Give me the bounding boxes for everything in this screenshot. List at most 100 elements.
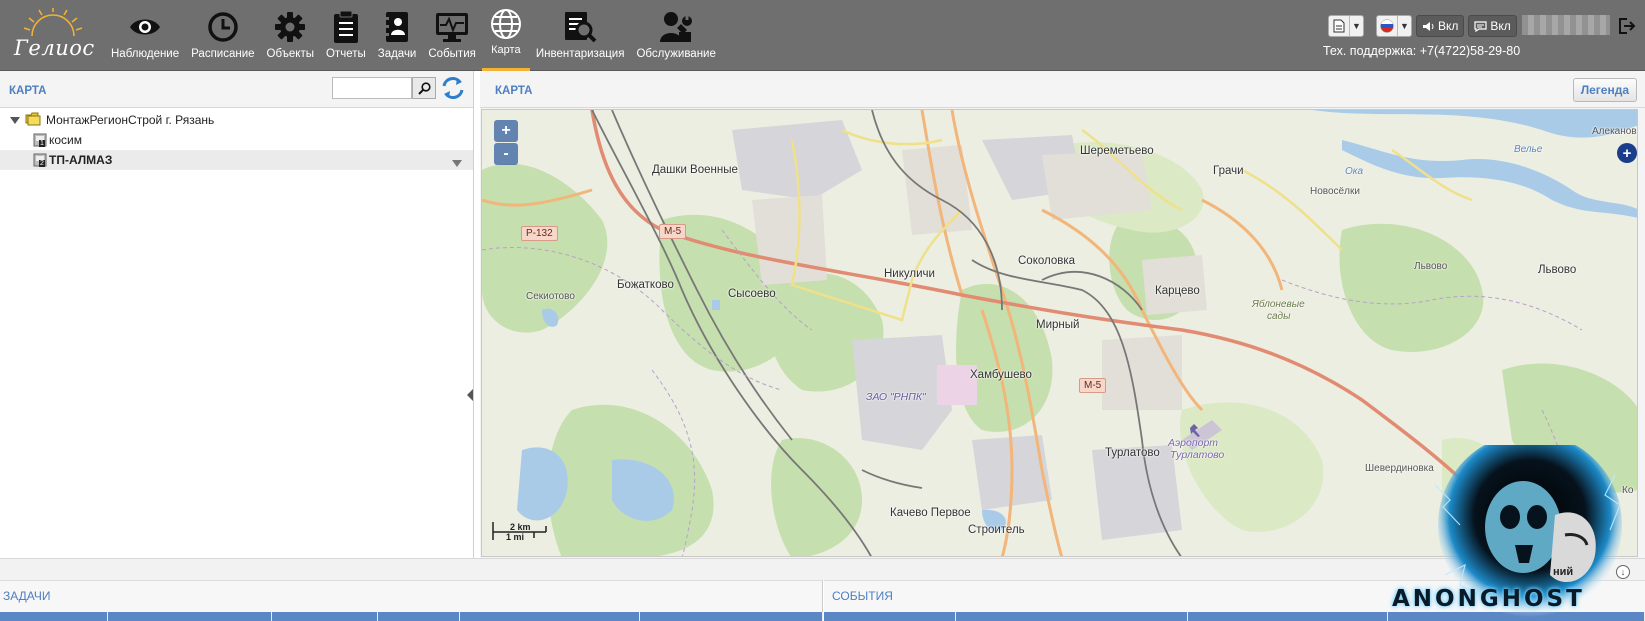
gear-icon [275,12,306,42]
messages-toggle-button[interactable]: Вкл [1468,15,1517,37]
row-menu-chevron-icon[interactable] [452,156,462,170]
support-phone: Тех. поддержка: +7(4722)58-29-80 [1323,44,1521,58]
map-label: Шереметьево [1080,145,1154,157]
events-title: СОБЫТИЯ [832,589,893,603]
nav-map[interactable]: Карта [481,0,530,71]
nav-schedule[interactable]: Расписание [185,0,260,71]
nav-label: Расписание [191,48,255,60]
map-label: Качево Первое [890,507,971,519]
clipboard-icon [333,10,358,43]
map-label: Хамбушево [970,369,1032,381]
zoom-in-button[interactable]: + [494,120,518,142]
nav-label: Карта [491,44,521,56]
bottom-divider [0,558,1645,580]
nav-label: События [428,48,476,60]
tree-node-object-selected[interactable]: 2 ТП-АЛМАЗ [0,150,473,170]
sound-toggle-label: Вкл [1438,19,1459,33]
vehicle-object-icon: 1 [33,132,47,148]
map-label: Секиотово [526,291,575,302]
tree-node-object[interactable]: 1 косим [0,130,473,150]
map-label: Яблоневые [1252,299,1305,310]
nav-inventory[interactable]: Инвентаризация [530,0,631,71]
russian-flag-icon [1380,19,1394,33]
nav-events[interactable]: События [422,0,481,71]
nav-label: Инвентаризация [535,48,625,60]
map-label: Мирный [1036,319,1080,331]
vehicle-object-icon: 2 [33,152,47,168]
map-panel-title: КАРТА [495,85,533,97]
map-label: Грачи [1213,165,1244,177]
road-shield: М-5 [659,224,687,239]
globe-icon [490,9,521,39]
map-label: Алеканов [1592,126,1637,137]
map-label: Сысоево [728,288,776,300]
nav-label: Объекты [266,48,314,60]
tasks-panel: ЗАДАЧИ [0,580,823,621]
tree-node-label: ТП-АЛМАЗ [49,153,113,167]
speaker-icon [1423,21,1434,31]
collapse-arrow-icon[interactable] [467,389,473,401]
legend-button[interactable]: Легенда [1572,78,1637,102]
logout-icon[interactable] [1618,17,1636,35]
tasks-title: ЗАДАЧИ [3,589,51,603]
nav-service[interactable]: Обслуживание [630,0,721,71]
nav-tasks[interactable]: Задачи [372,0,423,71]
map-panel-header: КАРТА Легенда [480,71,1645,108]
search-icon [417,81,431,95]
nav-label: Наблюдение [111,48,180,60]
map-label: Новосёлки [1310,186,1360,197]
inventory-search-icon [565,12,597,43]
expand-triangle-icon[interactable] [9,114,21,126]
nav-objects[interactable]: Объекты [261,0,320,71]
tree-node-label: МонтажРегионСтрой г. Рязань [46,113,215,127]
map-label: Аэропорт [1168,437,1219,449]
panel-corner-label: ний [1553,566,1574,578]
chevron-down-icon: ▼ [1397,16,1411,36]
map-label: Никуличи [884,268,935,280]
sun-logo-icon [23,8,83,37]
nav-label: Обслуживание [636,48,716,60]
sound-toggle-button[interactable]: Вкл [1416,15,1465,37]
zoom-out-button[interactable]: - [494,143,518,165]
language-select[interactable]: ▼ [1376,15,1412,37]
map-label: Ока [1345,166,1364,177]
monitor-pulse-icon [436,13,469,42]
map-label: Турлатово [1105,447,1160,459]
top-tools: ▼ ▼ Вкл Вкл [1328,15,1517,37]
user-wrench-icon [660,12,693,42]
object-badge: 2 [39,160,45,167]
scale-mi: 1 mi [506,532,525,542]
tree-search-button[interactable] [412,77,436,99]
map-label: Строитель [968,524,1025,536]
map-label: Львово [1538,264,1577,276]
task-book-icon [383,12,409,42]
map-label: Турлатово [1170,449,1225,461]
tree-search-input[interactable] [332,77,412,99]
tree-node-root[interactable]: МонтажРегионСтрой г. Рязань [0,110,473,130]
messages-toggle-label: Вкл [1490,19,1511,33]
user-name-redacted [1522,15,1610,35]
download-circle-icon[interactable]: ↓ [1616,565,1630,579]
nav-reports[interactable]: Отчеты [320,0,372,71]
map-label: Велье [1514,144,1543,155]
message-icon [1474,20,1487,32]
left-panel-header: КАРТА [0,71,473,108]
object-badge: 1 [39,140,45,147]
nav-observation[interactable]: Наблюдение [105,0,185,71]
logo[interactable]: Гелиос [10,8,94,64]
scale-km: 2 km [510,522,531,532]
top-bar: Гелиос Наблюдение Расписание Объекты Отч… [0,0,1645,71]
road-shield: Р-132 [521,226,558,241]
map-label: Соколовка [1018,255,1076,267]
main-nav: Наблюдение Расписание Объекты Отчеты Зад… [105,0,722,71]
map-label: Карцево [1155,285,1200,297]
map-label: сады [1267,311,1291,322]
refresh-icon[interactable] [440,75,466,101]
clock-icon [208,12,238,42]
objects-tree-panel: КАРТА МонтажРегионСтрой г. Рязань 1 коси… [0,71,474,558]
brand-name: Гелиос [14,36,95,60]
expand-map-icon[interactable]: + [1617,143,1637,163]
tree-node-label: косим [49,133,83,147]
left-panel-title: КАРТА [9,85,47,97]
document-select[interactable]: ▼ [1328,15,1364,37]
